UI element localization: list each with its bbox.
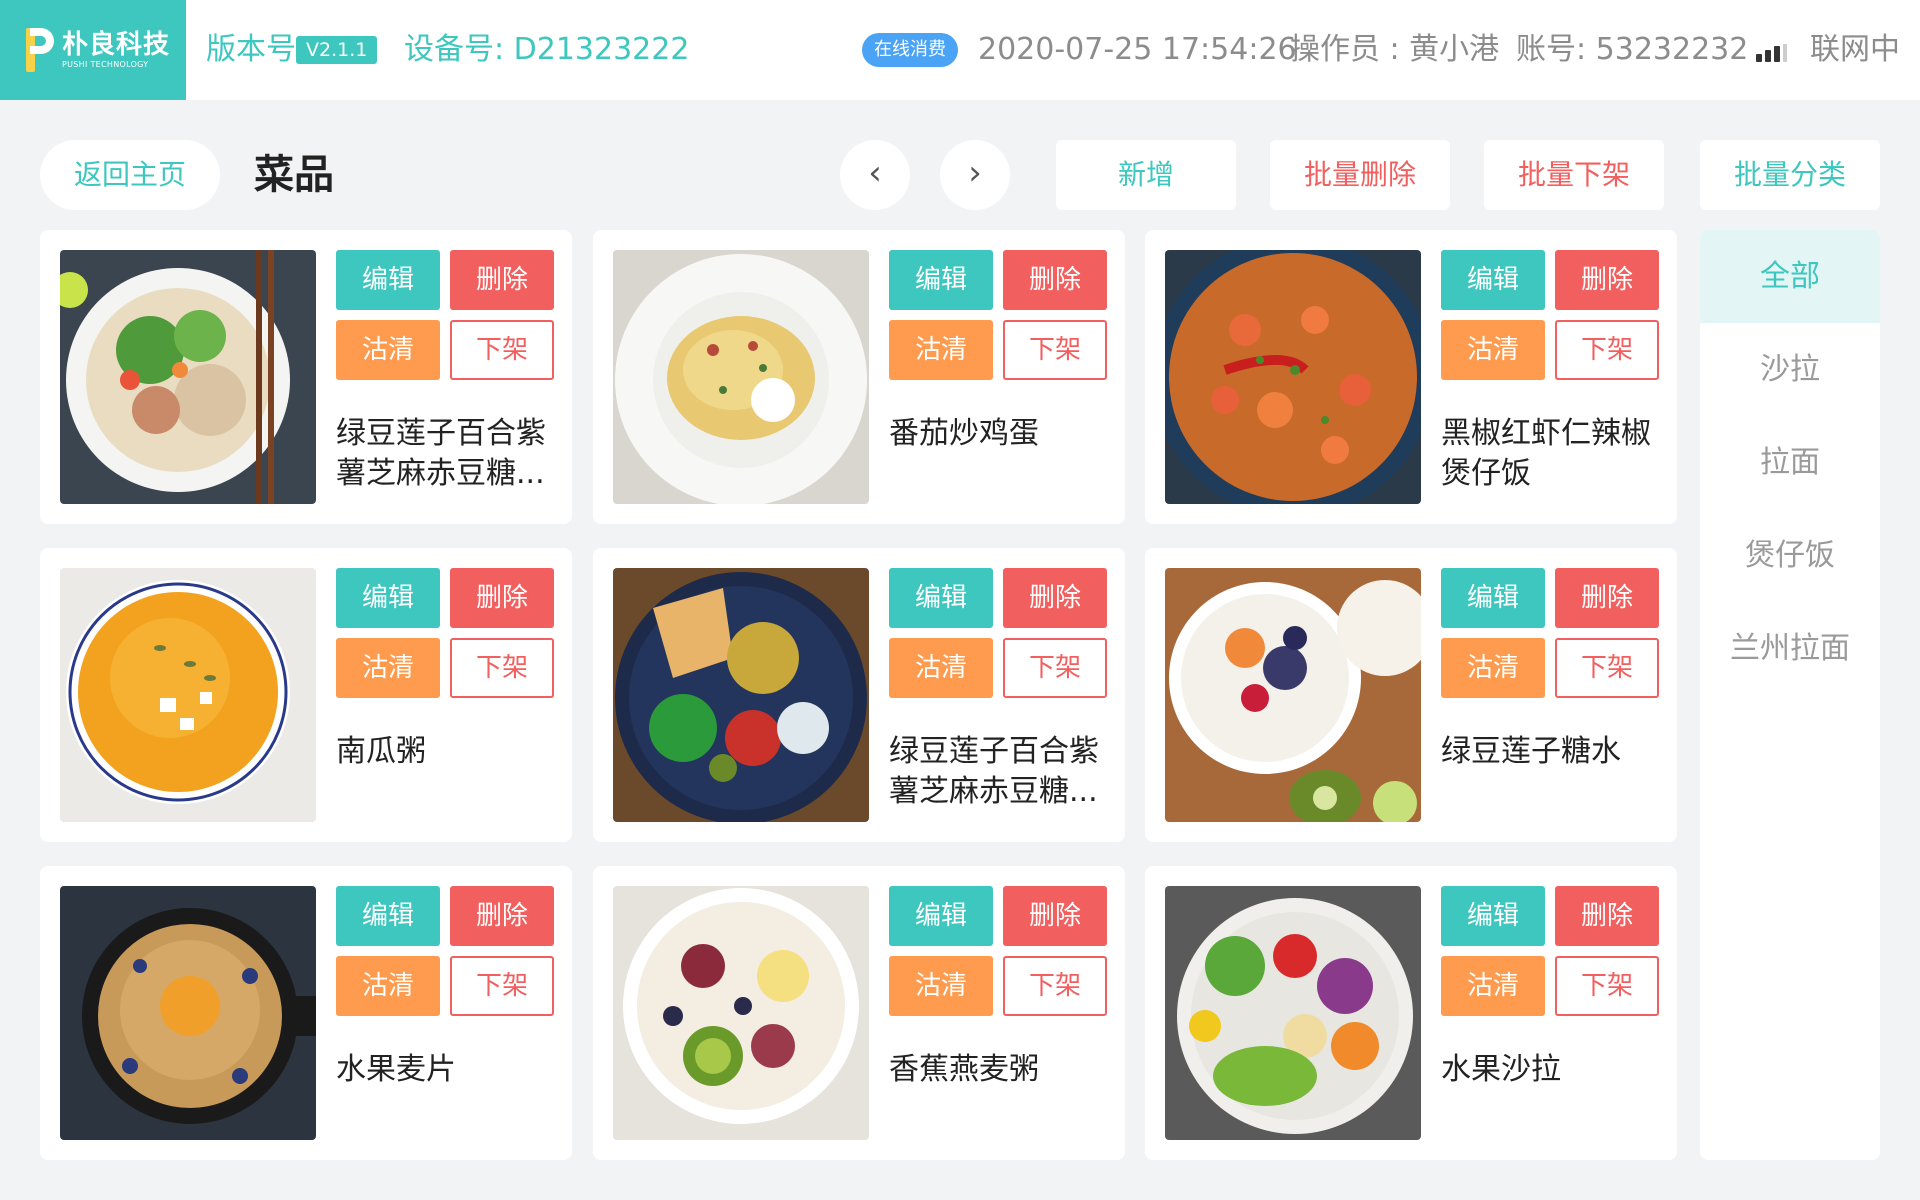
sold-out-button[interactable]: 沽清	[889, 956, 993, 1016]
dish-image	[613, 886, 869, 1140]
version-label: 版本号	[206, 32, 296, 67]
category-list: 全部 沙拉 拉面 煲仔饭 兰州拉面	[1700, 230, 1880, 1160]
dish-image	[1165, 250, 1421, 504]
logo-subtitle: PUSHI TECHNOLOGY	[62, 60, 149, 69]
batch-category-button[interactable]: 批量分类	[1700, 140, 1880, 210]
dish-card[interactable]: 编辑 删除 沽清 下架 水果麦片	[40, 866, 572, 1160]
delete-button[interactable]: 删除	[1003, 250, 1107, 310]
delete-button[interactable]: 删除	[1555, 568, 1659, 628]
dish-name: 番茄炒鸡蛋	[889, 416, 1039, 451]
sold-out-button[interactable]: 沽清	[336, 956, 440, 1016]
dish-name: 绿豆莲子百合紫薯芝麻赤豆糖...	[336, 416, 546, 491]
page-title: 菜品	[254, 152, 334, 198]
offshelf-button[interactable]: 下架	[1003, 320, 1107, 380]
category-item-lanzhou-noodles[interactable]: 兰州拉面	[1700, 602, 1880, 695]
edit-button[interactable]: 编辑	[336, 886, 440, 946]
category-item-salad[interactable]: 沙拉	[1700, 323, 1880, 416]
dish-image	[60, 886, 316, 1140]
dish-image	[1165, 568, 1421, 822]
delete-button[interactable]: 删除	[450, 250, 554, 310]
dish-image	[613, 250, 869, 504]
edit-button[interactable]: 编辑	[889, 886, 993, 946]
dish-card[interactable]: 编辑 删除 沽清 下架 绿豆莲子百合紫薯芝麻赤豆糖...	[40, 230, 572, 524]
offshelf-button[interactable]: 下架	[1003, 956, 1107, 1016]
edit-button[interactable]: 编辑	[1441, 568, 1545, 628]
sold-out-button[interactable]: 沽清	[889, 320, 993, 380]
dish-name: 水果沙拉	[1441, 1052, 1561, 1087]
sold-out-button[interactable]: 沽清	[1441, 638, 1545, 698]
dish-card[interactable]: 编辑 删除 沽清 下架 绿豆莲子百合紫薯芝麻赤豆糖...	[593, 548, 1125, 842]
dish-name: 黑椒红虾仁辣椒煲仔饭	[1441, 416, 1651, 491]
prev-page-button[interactable]: ‹	[840, 140, 910, 210]
offshelf-button[interactable]: 下架	[1555, 956, 1659, 1016]
offshelf-button[interactable]: 下架	[450, 638, 554, 698]
delete-button[interactable]: 删除	[450, 886, 554, 946]
sold-out-button[interactable]: 沽清	[1441, 956, 1545, 1016]
next-page-button[interactable]: ›	[940, 140, 1010, 210]
dish-card[interactable]: 编辑 删除 沽清 下架 绿豆莲子糖水	[1145, 548, 1677, 842]
dish-name: 南瓜粥	[336, 734, 426, 769]
dish-name: 绿豆莲子糖水	[1441, 734, 1621, 769]
dish-image	[613, 568, 869, 822]
dish-card[interactable]: 编辑 删除 沽清 下架 香蕉燕麦粥	[593, 866, 1125, 1160]
delete-button[interactable]: 删除	[1555, 886, 1659, 946]
signal-icon	[1756, 44, 1788, 62]
logo: 朴良科技 PUSHI TECHNOLOGY	[0, 0, 186, 100]
chevron-left-icon: ‹	[868, 153, 882, 193]
version-badge: V2.1.1	[296, 36, 378, 64]
batch-offshelf-button[interactable]: 批量下架	[1484, 140, 1664, 210]
delete-button[interactable]: 删除	[1555, 250, 1659, 310]
dish-card[interactable]: 编辑 删除 沽清 下架 水果沙拉	[1145, 866, 1677, 1160]
offshelf-button[interactable]: 下架	[1555, 320, 1659, 380]
dish-name: 香蕉燕麦粥	[889, 1052, 1039, 1087]
edit-button[interactable]: 编辑	[336, 250, 440, 310]
delete-button[interactable]: 删除	[1003, 886, 1107, 946]
add-dish-button[interactable]: 新增	[1056, 140, 1236, 210]
category-item-all[interactable]: 全部	[1700, 230, 1880, 323]
sold-out-button[interactable]: 沽清	[336, 638, 440, 698]
dish-image	[1165, 886, 1421, 1140]
delete-button[interactable]: 删除	[1003, 568, 1107, 628]
datetime: 2020-07-25 17:54:26	[978, 32, 1297, 67]
dish-image	[60, 568, 316, 822]
dish-name: 绿豆莲子百合紫薯芝麻赤豆糖...	[889, 734, 1099, 809]
dish-card[interactable]: 编辑 删除 沽清 下架 黑椒红虾仁辣椒煲仔饭	[1145, 230, 1677, 524]
offshelf-button[interactable]: 下架	[450, 956, 554, 1016]
offshelf-button[interactable]: 下架	[450, 320, 554, 380]
category-item-ramen[interactable]: 拉面	[1700, 416, 1880, 509]
edit-button[interactable]: 编辑	[889, 568, 993, 628]
dish-image	[60, 250, 316, 504]
logo-name: 朴良科技	[62, 30, 171, 60]
account-number: 账号: 53232232	[1516, 32, 1749, 67]
operator: 操作员 : 黄小港	[1290, 32, 1500, 67]
network-status: 联网中	[1810, 32, 1900, 67]
logo-p-icon	[26, 28, 54, 72]
batch-delete-button[interactable]: 批量删除	[1270, 140, 1450, 210]
sold-out-button[interactable]: 沽清	[336, 320, 440, 380]
top-bar: 朴良科技 PUSHI TECHNOLOGY 版本号 V2.1.1 设备号: D2…	[0, 0, 1920, 100]
edit-button[interactable]: 编辑	[889, 250, 993, 310]
device-number: 设备号: D21323222	[404, 32, 690, 67]
dish-card[interactable]: 编辑 删除 沽清 下架 南瓜粥	[40, 548, 572, 842]
edit-button[interactable]: 编辑	[1441, 886, 1545, 946]
offshelf-button[interactable]: 下架	[1003, 638, 1107, 698]
back-home-button[interactable]: 返回主页	[40, 140, 220, 210]
delete-button[interactable]: 删除	[450, 568, 554, 628]
sold-out-button[interactable]: 沽清	[1441, 320, 1545, 380]
category-item-claypot-rice[interactable]: 煲仔饭	[1700, 509, 1880, 602]
chevron-right-icon: ›	[968, 153, 982, 193]
edit-button[interactable]: 编辑	[1441, 250, 1545, 310]
edit-button[interactable]: 编辑	[336, 568, 440, 628]
online-consumption-badge: 在线消费	[862, 33, 958, 67]
dish-name: 水果麦片	[336, 1052, 456, 1087]
sold-out-button[interactable]: 沽清	[889, 638, 993, 698]
offshelf-button[interactable]: 下架	[1555, 638, 1659, 698]
dish-card[interactable]: 编辑 删除 沽清 下架 番茄炒鸡蛋	[593, 230, 1125, 524]
